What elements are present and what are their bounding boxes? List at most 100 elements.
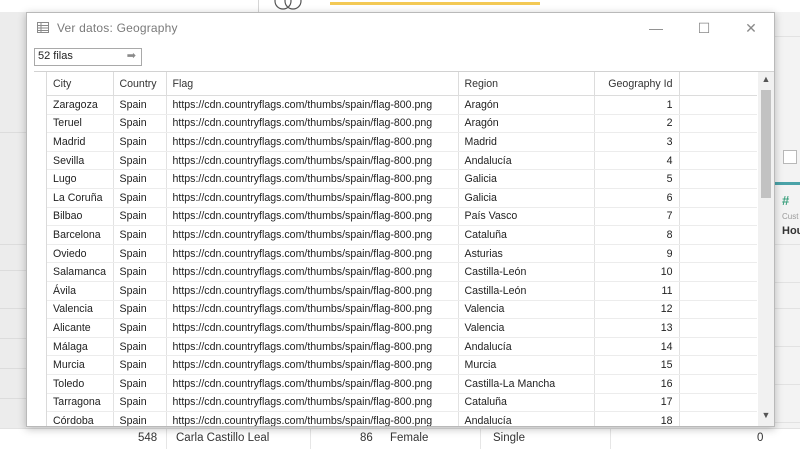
cell-city[interactable]: Alicante xyxy=(47,318,114,338)
cell-country[interactable]: Spain xyxy=(113,114,167,134)
cell-city[interactable]: Toledo xyxy=(47,374,114,394)
close-button[interactable]: ✕ xyxy=(736,17,766,39)
cell-flag[interactable]: https://cdn.countryflags.com/thumbs/spai… xyxy=(166,188,459,208)
table-row[interactable]: Toledo Spain https://cdn.countryflags.com/… xyxy=(47,374,757,394)
cell-region[interactable]: Galicia xyxy=(458,188,595,208)
cell-flag[interactable]: https://cdn.countryflags.com/thumbs/spai… xyxy=(166,207,459,227)
table-row[interactable]: Valencia Spain https://cdn.countryflags.co… xyxy=(47,300,757,320)
column-header-flag[interactable]: Flag xyxy=(166,72,459,96)
cell-region[interactable]: Castilla-León xyxy=(458,262,595,282)
table-row[interactable]: Córdoba Spain https://cdn.countryflags.com… xyxy=(47,411,757,426)
cell-city[interactable]: Ávila xyxy=(47,281,114,301)
cell-country[interactable]: Spain xyxy=(113,244,167,264)
column-header-country[interactable]: Country xyxy=(113,72,167,96)
panel-checkbox[interactable] xyxy=(783,150,797,164)
cell-geography-id[interactable]: 17 xyxy=(594,393,680,413)
cell-flag[interactable]: https://cdn.countryflags.com/thumbs/spai… xyxy=(166,114,459,134)
cell-flag[interactable]: https://cdn.countryflags.com/thumbs/spai… xyxy=(166,132,459,152)
column-header-geography-id[interactable]: Geography Id xyxy=(594,72,680,96)
cell-flag[interactable]: https://cdn.countryflags.com/thumbs/spai… xyxy=(166,374,459,394)
cell-region[interactable]: Aragón xyxy=(458,95,595,115)
cell-country[interactable]: Spain xyxy=(113,355,167,375)
table-row[interactable]: Sevilla Spain https://cdn.countryflags.com… xyxy=(47,151,757,171)
cell-geography-id[interactable]: 14 xyxy=(594,337,680,357)
cell-region[interactable]: Castilla-León xyxy=(458,281,595,301)
table-row[interactable]: Alicante Spain https://cdn.countryflags.co… xyxy=(47,318,757,338)
table-row[interactable]: Málaga Spain https://cdn.countryflags.com/… xyxy=(47,337,757,357)
cell-city[interactable]: Málaga xyxy=(47,337,114,357)
row-count-field[interactable]: 52 filas ➡ xyxy=(34,48,142,66)
cell-country[interactable]: Spain xyxy=(113,374,167,394)
cell-flag[interactable]: https://cdn.countryflags.com/thumbs/spai… xyxy=(166,355,459,375)
cell-flag[interactable]: https://cdn.countryflags.com/thumbs/spai… xyxy=(166,262,459,282)
cell-region[interactable]: Castilla-La Mancha xyxy=(458,374,595,394)
table-row[interactable]: Oviedo Spain https://cdn.countryflags.com/… xyxy=(47,244,757,264)
cell-country[interactable]: Spain xyxy=(113,281,167,301)
table-row[interactable]: La Coruña Spain https://cdn.countryflags.c… xyxy=(47,188,757,208)
cell-geography-id[interactable]: 16 xyxy=(594,374,680,394)
cell-country[interactable]: Spain xyxy=(113,169,167,189)
cell-flag[interactable]: https://cdn.countryflags.com/thumbs/spai… xyxy=(166,244,459,264)
cell-geography-id[interactable]: 4 xyxy=(594,151,680,171)
cell-city[interactable]: La Coruña xyxy=(47,188,114,208)
cell-region[interactable]: Aragón xyxy=(458,114,595,134)
cell-region[interactable]: Murcia xyxy=(458,355,595,375)
scroll-up-icon[interactable]: ▲ xyxy=(758,74,774,88)
table-row[interactable]: Ávila Spain https://cdn.countryflags.com/t… xyxy=(47,281,757,301)
cell-flag[interactable]: https://cdn.countryflags.com/thumbs/spai… xyxy=(166,169,459,189)
table-row[interactable]: Madrid Spain https://cdn.countryflags.com/… xyxy=(47,132,757,152)
cell-flag[interactable]: https://cdn.countryflags.com/thumbs/spai… xyxy=(166,411,459,426)
cell-geography-id[interactable]: 11 xyxy=(594,281,680,301)
table-row[interactable]: Lugo Spain https://cdn.countryflags.com/th… xyxy=(47,169,757,189)
cell-geography-id[interactable]: 18 xyxy=(594,411,680,426)
arrow-right-icon[interactable]: ➡ xyxy=(127,49,136,62)
cell-country[interactable]: Spain xyxy=(113,95,167,115)
cell-region[interactable]: Andalucía xyxy=(458,337,595,357)
cell-geography-id[interactable]: 1 xyxy=(594,95,680,115)
cell-geography-id[interactable]: 9 xyxy=(594,244,680,264)
cell-city[interactable]: Barcelona xyxy=(47,225,114,245)
vertical-scrollbar[interactable]: ▲ ▼ xyxy=(758,72,774,426)
cell-region[interactable]: Galicia xyxy=(458,169,595,189)
dialog-titlebar[interactable]: Ver datos: Geography — ☐ ✕ xyxy=(27,13,774,43)
cell-region[interactable]: Valencia xyxy=(458,300,595,320)
cell-country[interactable]: Spain xyxy=(113,207,167,227)
cell-geography-id[interactable]: 13 xyxy=(594,318,680,338)
cell-region[interactable]: Andalucía xyxy=(458,151,595,171)
column-header-region[interactable]: Region xyxy=(458,72,595,96)
cell-region[interactable]: Asturias xyxy=(458,244,595,264)
scroll-down-icon[interactable]: ▼ xyxy=(758,410,774,424)
cell-geography-id[interactable]: 5 xyxy=(594,169,680,189)
cell-geography-id[interactable]: 7 xyxy=(594,207,680,227)
cell-geography-id[interactable]: 8 xyxy=(594,225,680,245)
cell-flag[interactable]: https://cdn.countryflags.com/thumbs/spai… xyxy=(166,281,459,301)
minimize-button[interactable]: — xyxy=(641,17,671,39)
cell-city[interactable]: Zaragoza xyxy=(47,95,114,115)
cell-city[interactable]: Oviedo xyxy=(47,244,114,264)
cell-region[interactable]: País Vasco xyxy=(458,207,595,227)
cell-country[interactable]: Spain xyxy=(113,132,167,152)
cell-city[interactable]: Madrid xyxy=(47,132,114,152)
cell-city[interactable]: Sevilla xyxy=(47,151,114,171)
cell-city[interactable]: Murcia xyxy=(47,355,114,375)
cell-city[interactable]: Bilbao xyxy=(47,207,114,227)
scroll-thumb[interactable] xyxy=(761,90,771,198)
cell-geography-id[interactable]: 3 xyxy=(594,132,680,152)
cell-country[interactable]: Spain xyxy=(113,262,167,282)
cell-region[interactable]: Cataluña xyxy=(458,393,595,413)
table-row[interactable]: Bilbao Spain https://cdn.countryflags.com/… xyxy=(47,207,757,227)
cell-country[interactable]: Spain xyxy=(113,188,167,208)
cell-country[interactable]: Spain xyxy=(113,300,167,320)
cell-geography-id[interactable]: 15 xyxy=(594,355,680,375)
cell-country[interactable]: Spain xyxy=(113,393,167,413)
cell-flag[interactable]: https://cdn.countryflags.com/thumbs/spai… xyxy=(166,393,459,413)
table-row[interactable]: Tarragona Spain https://cdn.countryflags.c… xyxy=(47,393,757,413)
cell-country[interactable]: Spain xyxy=(113,411,167,426)
cell-country[interactable]: Spain xyxy=(113,337,167,357)
cell-city[interactable]: Lugo xyxy=(47,169,114,189)
column-header-city[interactable]: City xyxy=(47,72,114,96)
cell-country[interactable]: Spain xyxy=(113,225,167,245)
cell-region[interactable]: Valencia xyxy=(458,318,595,338)
cell-country[interactable]: Spain xyxy=(113,151,167,171)
table-row[interactable]: Murcia Spain https://cdn.countryflags.com/… xyxy=(47,355,757,375)
